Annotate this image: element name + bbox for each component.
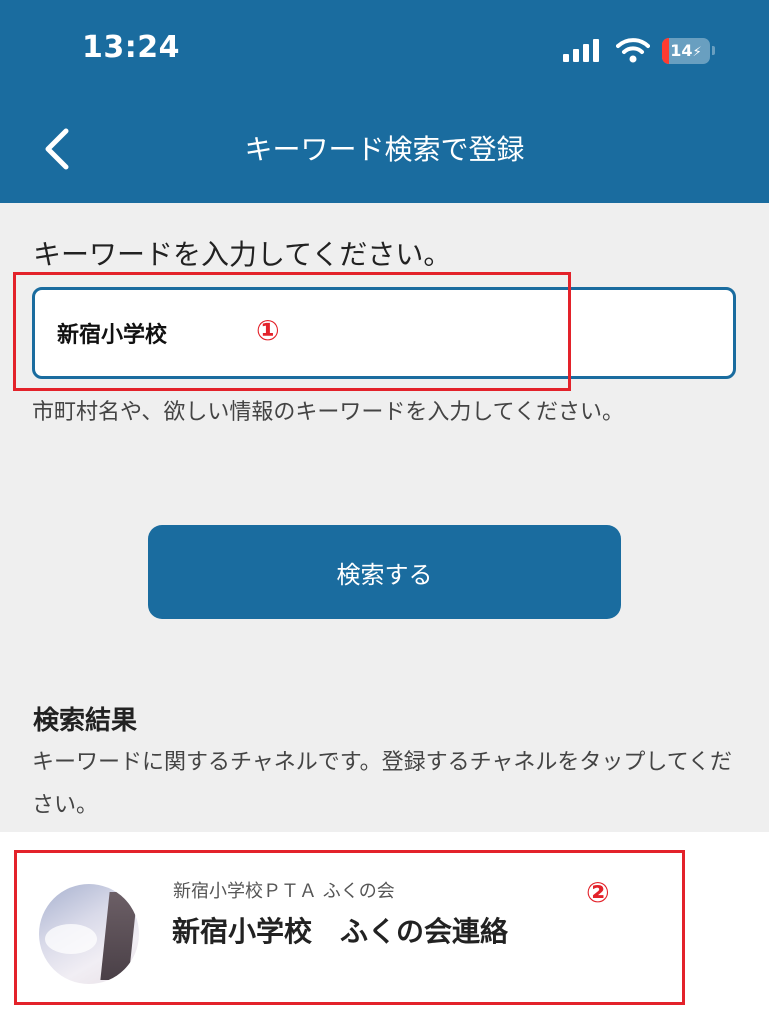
battery-percent: 14 xyxy=(670,41,693,60)
annotation-marker-1: ① xyxy=(256,314,280,347)
page-title: キーワード検索で登録 xyxy=(244,133,525,166)
results-description: キーワードに関するチャネルです。登録するチャネルをタップしてください。 xyxy=(32,750,733,818)
signal-icon xyxy=(563,38,601,62)
keyword-hint: 市町村名や、欲しい情報のキーワードを入力してください。 xyxy=(32,400,625,425)
charging-bolt-icon: ⚡ xyxy=(692,45,702,60)
battery-icon: 14⚡ xyxy=(662,38,710,64)
results-title: 検索結果 xyxy=(33,706,138,736)
annotation-box-2 xyxy=(14,850,685,1005)
annotation-box-1 xyxy=(13,272,571,391)
search-button[interactable]: 検索する xyxy=(148,525,621,619)
annotation-marker-2: ② xyxy=(586,876,610,909)
wifi-icon xyxy=(616,38,650,63)
app-header: 13:24 14⚡ キーワード検索で登録 xyxy=(0,0,769,203)
keyword-prompt-label: キーワードを入力してください。 xyxy=(33,238,452,271)
status-time: 13:24 xyxy=(82,30,180,65)
